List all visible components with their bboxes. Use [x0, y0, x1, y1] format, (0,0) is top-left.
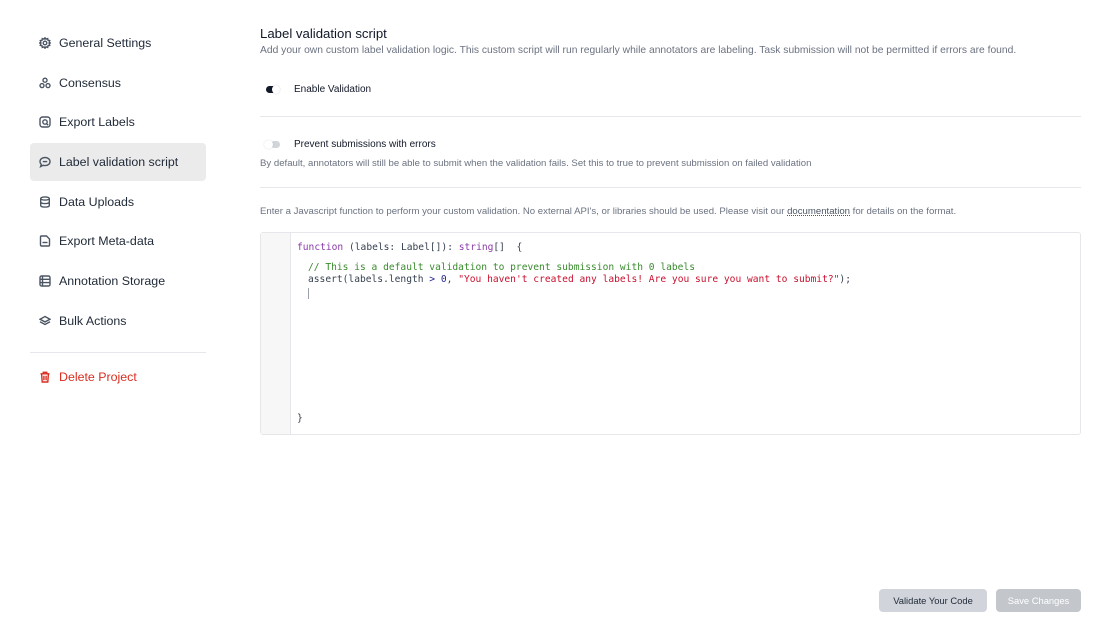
sidebar-item-label: Bulk Actions: [59, 313, 127, 328]
help-text-after: for details on the format.: [850, 206, 957, 217]
code-line-assert: assert(labels.length > 0, "You haven't c…: [308, 274, 851, 286]
chat-bubble-icon: [39, 156, 51, 169]
code-editor[interactable]: function (labels: Label[]): string[] { /…: [260, 232, 1081, 435]
prevent-submissions-label: Prevent submissions with errors: [294, 139, 436, 150]
settings-sidebar: General Settings Consensus Export Labels…: [30, 24, 206, 398]
sidebar-item-export-labels[interactable]: Export Labels: [30, 103, 206, 141]
prevent-submissions-row: Prevent submissions with errors: [260, 139, 1081, 150]
sidebar-item-label: Data Uploads: [59, 194, 135, 209]
sidebar-item-label: Label validation script: [59, 155, 179, 170]
code-content[interactable]: function (labels: Label[]): string[] { /…: [297, 241, 851, 424]
code-text: assert(labels.length: [308, 274, 430, 285]
users-icon: [39, 77, 51, 89]
delete-project-label: Delete Project: [59, 369, 137, 384]
sidebar-item-label: Export Meta-data: [59, 234, 155, 249]
code-text: ,: [446, 274, 459, 285]
editor-gutter: [261, 233, 291, 434]
section-divider: [260, 116, 1081, 117]
document-icon: [39, 235, 51, 248]
code-text: {: [504, 242, 523, 253]
sidebar-item-label: Export Labels: [59, 115, 135, 130]
page-subtitle: Add your own custom label validation log…: [260, 45, 1017, 56]
help-text-before: Enter a Javascript function to perform y…: [260, 206, 788, 217]
code-line-closing-brace: }: [297, 413, 303, 424]
sidebar-item-label: Consensus: [59, 75, 121, 90]
page-title: Label validation script: [260, 26, 387, 41]
sidebar-divider: [30, 351, 206, 353]
sidebar-item-label: Annotation Storage: [59, 274, 166, 289]
sidebar-item-label-validation-script[interactable]: Label validation script: [30, 143, 206, 182]
code-string: "You haven't created any labels! Are you…: [458, 274, 840, 285]
export-labels-icon: [39, 116, 51, 129]
validate-code-button[interactable]: Validate Your Code: [879, 589, 987, 612]
enable-validation-toggle[interactable]: [260, 84, 282, 95]
code-keyword: function: [297, 242, 344, 253]
prevent-submissions-description: By default, annotators will still be abl…: [260, 158, 812, 169]
sidebar-item-bulk-actions[interactable]: Bulk Actions: [30, 302, 206, 340]
code-text: );: [839, 274, 851, 285]
sidebar-item-export-meta-data[interactable]: Export Meta-data: [30, 222, 206, 260]
sidebar-item-general-settings[interactable]: General Settings: [30, 24, 206, 62]
sidebar-item-data-uploads[interactable]: Data Uploads: [30, 183, 206, 221]
section-divider: [260, 187, 1081, 188]
sidebar-item-annotation-storage[interactable]: Annotation Storage: [30, 262, 206, 300]
editor-help-text: Enter a Javascript function to perform y…: [260, 206, 1081, 217]
code-keyword: string: [458, 242, 494, 253]
code-text: ):: [441, 242, 459, 253]
code-line-signature: function (labels: Label[]): string[] {: [297, 242, 522, 254]
gear-icon: [39, 37, 51, 49]
code-line-comment: // This is a default validation to preve…: [308, 262, 695, 273]
save-changes-button[interactable]: Save Changes: [996, 589, 1081, 612]
code-text: (labels: Label: [343, 242, 430, 253]
enable-validation-row: Enable Validation: [260, 84, 1081, 95]
enable-validation-label: Enable Validation: [294, 84, 372, 95]
sidebar-item-consensus[interactable]: Consensus: [30, 64, 206, 102]
layers-icon: [39, 315, 51, 327]
sidebar-item-label: General Settings: [59, 36, 152, 50]
delete-project-button[interactable]: Delete Project: [30, 358, 206, 396]
code-text: []: [493, 242, 505, 253]
prevent-submissions-toggle[interactable]: [260, 139, 282, 150]
documentation-link[interactable]: documentation: [787, 206, 850, 217]
storage-icon: [39, 275, 51, 287]
trash-icon: [39, 371, 51, 383]
validation-settings-panel: Label validation script Add your own cus…: [260, 26, 1081, 217]
text-caret: [308, 288, 309, 299]
code-text: []: [429, 242, 442, 253]
database-icon: [39, 195, 51, 208]
